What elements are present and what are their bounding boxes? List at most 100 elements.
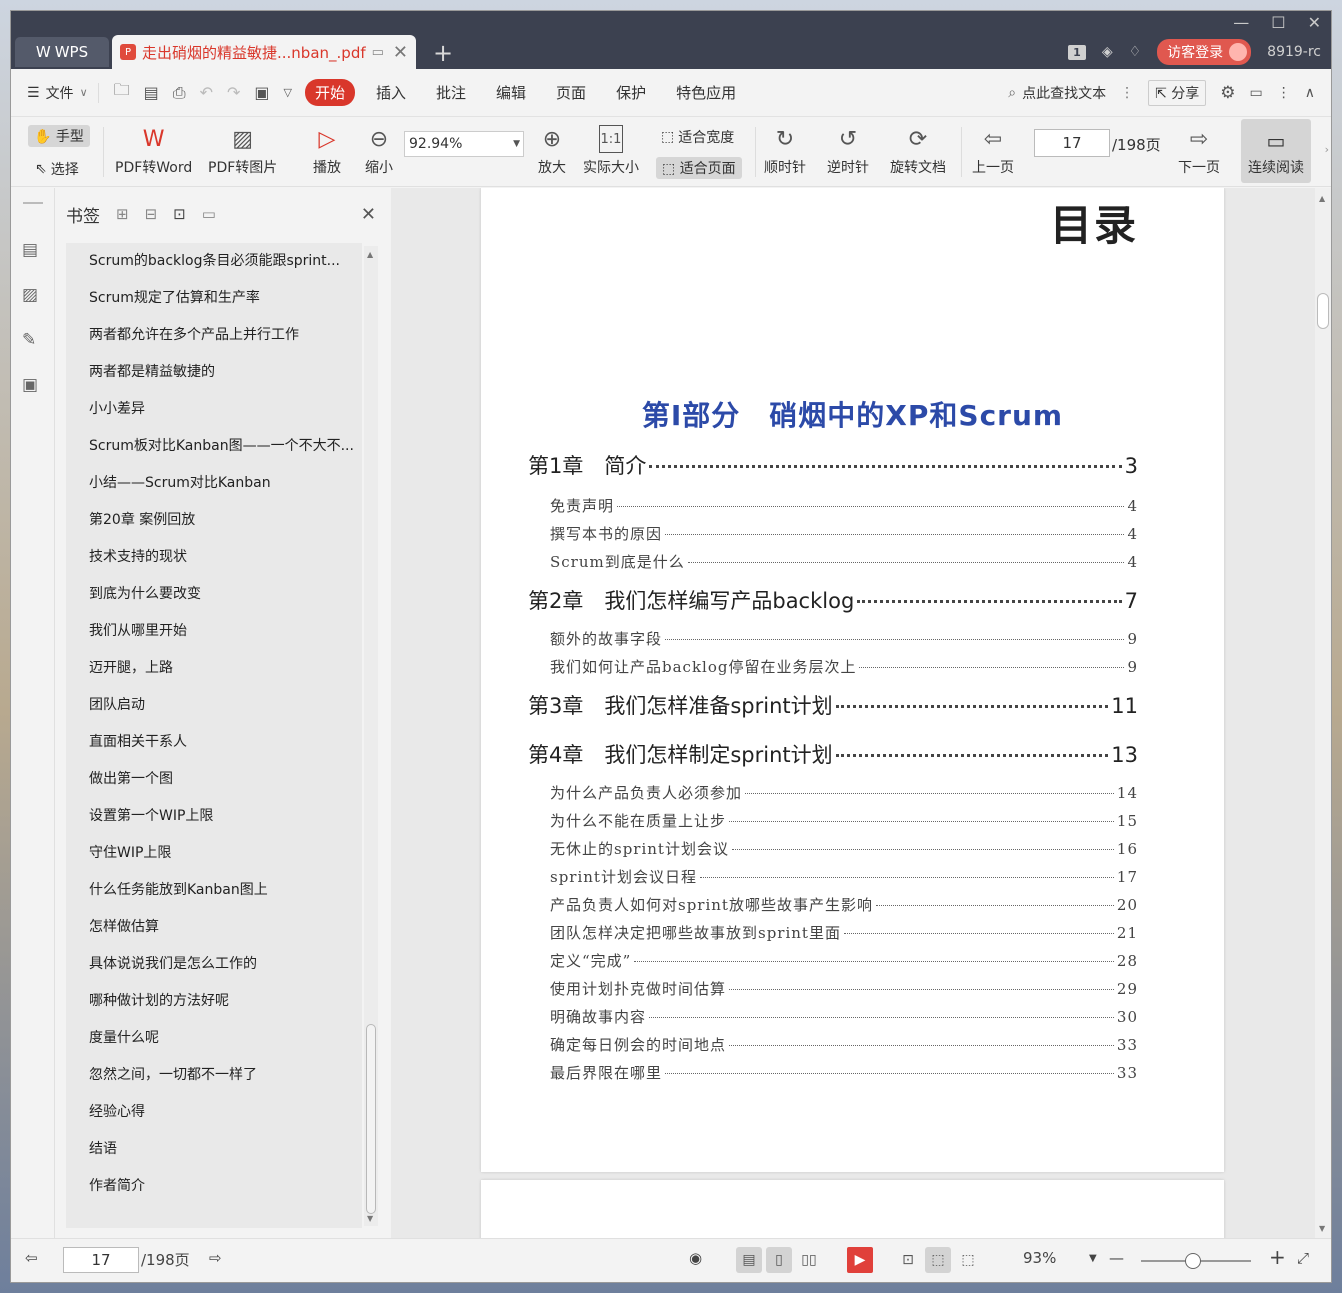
wps-home-tab[interactable]: W WPS [15, 37, 109, 67]
toc-section-entry[interactable]: 免责声明 4 [550, 495, 1138, 516]
monitor-icon[interactable]: ▭ [372, 45, 384, 60]
toc-section-entry[interactable]: 团队怎样决定把哪些故事放到sprint里面 21 [550, 922, 1138, 943]
rotate-clockwise-button[interactable]: ↻ 顺时针 [764, 125, 806, 177]
bookmark-item[interactable]: 忽然之间，一切都不一样了 [66, 1057, 362, 1094]
status-next-page-icon[interactable]: ⇨ [209, 1249, 222, 1267]
eye-protection-icon[interactable]: ◉ [689, 1249, 702, 1267]
document-scroll-thumb[interactable] [1317, 293, 1329, 329]
bookmark-item[interactable]: 技术支持的现状 [66, 539, 362, 576]
zoom-out-button[interactable]: ⊖ 缩小 [363, 125, 395, 177]
tab-start[interactable]: 开始 [304, 79, 355, 106]
bookmark-scrollbar[interactable]: ▲ ▼ [364, 246, 378, 1226]
file-menu[interactable]: ☰ 文件 ∨ [27, 82, 99, 103]
bookmark-item[interactable]: 两者都允许在多个产品上并行工作 [66, 317, 362, 354]
zoom-dropdown-icon[interactable]: ▼ [1089, 1253, 1097, 1264]
actual-size-button[interactable]: 1:1 实际大小 [583, 125, 639, 177]
tab-annotate[interactable]: 批注 [421, 82, 481, 103]
bookmark-item[interactable]: 设置第一个WIP上限 [66, 798, 362, 835]
single-page-view-icon[interactable]: ▯ [766, 1247, 792, 1273]
redo-icon[interactable]: ↷ [220, 83, 247, 102]
fit-page-button[interactable]: ⬚ 适合页面 [656, 157, 742, 179]
toc-section-entry[interactable]: 为什么不能在质量上让步 15 [550, 810, 1138, 831]
print-icon[interactable]: ⎙ [166, 83, 193, 103]
toc-section-entry[interactable]: 定义“完成” 28 [550, 950, 1138, 971]
toc-section-entry[interactable]: 确定每日例会的时间地点 33 [550, 1034, 1138, 1055]
bookmark-item[interactable]: 结语 [66, 1131, 362, 1168]
toc-section-entry[interactable]: 无休止的sprint计划会议 16 [550, 838, 1138, 859]
close-window-icon[interactable]: ✕ [1308, 13, 1321, 32]
fit-width-status-icon[interactable]: ⬚ [955, 1247, 981, 1273]
toc-section-entry[interactable]: Scrum到底是什么 4 [550, 551, 1138, 572]
pdf-to-word-button[interactable]: W PDF转Word [115, 125, 192, 177]
zoom-slider-knob[interactable] [1185, 1253, 1201, 1269]
window-count-badge[interactable]: 1 [1068, 44, 1086, 60]
zoom-in-button[interactable]: ⊕ 放大 [536, 125, 568, 177]
fullscreen-icon[interactable]: ⤢ [1297, 1249, 1309, 1267]
comment-icon[interactable]: ▭ [1250, 85, 1263, 101]
quick-access-dropdown-icon[interactable]: ▽ [277, 86, 299, 99]
zoom-slider[interactable] [1141, 1253, 1251, 1269]
slideshow-play-icon[interactable]: ▶ [847, 1247, 873, 1273]
add-bookmark-icon[interactable]: ⊡ [173, 205, 186, 223]
more-options-icon[interactable]: ⋮ [1277, 85, 1291, 101]
toc-section-entry[interactable]: 撰写本书的原因 4 [550, 523, 1138, 544]
play-button[interactable]: ▷ 播放 [311, 125, 343, 177]
continuous-reading-button[interactable]: ▭ 连续阅读 [1241, 119, 1311, 183]
skin-icon[interactable]: ◈ [1102, 44, 1113, 60]
bookmark-item[interactable]: 小小差异 [66, 391, 362, 428]
tab-page[interactable]: 页面 [541, 82, 601, 103]
open-folder-icon[interactable]: 🗀 [107, 79, 137, 106]
page-number-input[interactable]: 17 [1034, 129, 1110, 157]
collapse-all-icon[interactable]: ⊟ [145, 205, 158, 223]
scroll-down-icon[interactable]: ▼ [367, 1214, 373, 1223]
bookmark-item[interactable]: 度量什么呢 [66, 1020, 362, 1057]
tab-edit[interactable]: 编辑 [481, 82, 541, 103]
tab-special-apps[interactable]: 特色应用 [661, 82, 751, 103]
close-panel-icon[interactable]: ✕ [361, 204, 376, 225]
select-tool-button[interactable]: ⇖ 选择 [35, 159, 79, 179]
zoom-select[interactable]: 92.94% ▼ [404, 131, 524, 157]
status-zoom-value[interactable]: 93% [1023, 1249, 1056, 1267]
bookmark-options-icon[interactable]: ▭ [202, 205, 216, 223]
next-page-button[interactable]: ⇨ 下一页 [1178, 125, 1220, 177]
new-tab-button[interactable]: + [433, 39, 453, 67]
undo-icon[interactable]: ↶ [193, 83, 220, 102]
close-tab-icon[interactable]: ✕ [393, 42, 408, 63]
toc-section-entry[interactable]: sprint计划会议日程 17 [550, 866, 1138, 887]
toc-chapter-entry[interactable]: 第2章 我们怎样编写产品backlog 7 [528, 585, 1138, 615]
image-extract-icon[interactable]: ▣ [22, 375, 42, 395]
rotate-document-button[interactable]: ⟳ 旋转文档 [890, 125, 946, 177]
thumbnail-icon[interactable]: ▨ [22, 285, 42, 305]
hand-tool-button[interactable]: ✋ 手型 [28, 125, 90, 147]
bookmark-item[interactable]: 具体说说我们是怎么工作的 [66, 946, 362, 983]
actual-size-status-icon[interactable]: ⊡ [895, 1247, 921, 1273]
document-tab[interactable]: P 走出硝烟的精益敏捷...nban_.pdf ▭ ✕ [112, 35, 416, 69]
bookmark-item[interactable]: Scrum板对比Kanban图——一个不大不... [66, 428, 362, 465]
settings-gear-icon[interactable]: ⚙ [1220, 83, 1235, 103]
more-vertical-icon[interactable]: ⋮ [1120, 85, 1134, 101]
scroll-down-icon[interactable]: ▼ [1319, 1224, 1325, 1233]
toc-section-entry[interactable]: 额外的故事字段 9 [550, 628, 1138, 649]
bookmark-item[interactable]: 直面相关干系人 [66, 724, 362, 761]
toc-section-entry[interactable]: 使用计划扑克做时间估算 29 [550, 978, 1138, 999]
zoom-out-status-icon[interactable]: — [1109, 1249, 1124, 1267]
bookmark-item[interactable]: 我们从哪里开始 [66, 613, 362, 650]
bookmark-list-icon[interactable]: ▤ [22, 240, 42, 260]
bookmark-item[interactable]: Scrum规定了估算和生产率 [66, 280, 362, 317]
annotation-icon[interactable]: ✎ [22, 330, 42, 350]
bookmark-item[interactable]: 到底为什么要改变 [66, 576, 362, 613]
maximize-icon[interactable]: ☐ [1271, 13, 1285, 32]
bookmark-item[interactable]: 哪种做计划的方法好呢 [66, 983, 362, 1020]
bookmark-item[interactable]: 守住WIP上限 [66, 835, 362, 872]
toc-section-entry[interactable]: 为什么产品负责人必须参加 14 [550, 782, 1138, 803]
find-text[interactable]: ⌕ 点此查找文本 [1008, 83, 1106, 103]
expand-all-icon[interactable]: ⊞ [116, 205, 129, 223]
scroll-up-icon[interactable]: ▲ [367, 250, 373, 259]
tab-protect[interactable]: 保护 [601, 82, 661, 103]
share-button[interactable]: ⇱ 分享 [1148, 79, 1207, 106]
bookmark-item[interactable]: 做出第一个图 [66, 761, 362, 798]
toc-section-entry[interactable]: 明确故事内容 30 [550, 1006, 1138, 1027]
toc-chapter-entry[interactable]: 第3章 我们怎样准备sprint计划 11 [528, 690, 1138, 720]
bookmark-item[interactable]: 小结——Scrum对比Kanban [66, 465, 362, 502]
bookmark-item[interactable]: 团队启动 [66, 687, 362, 724]
